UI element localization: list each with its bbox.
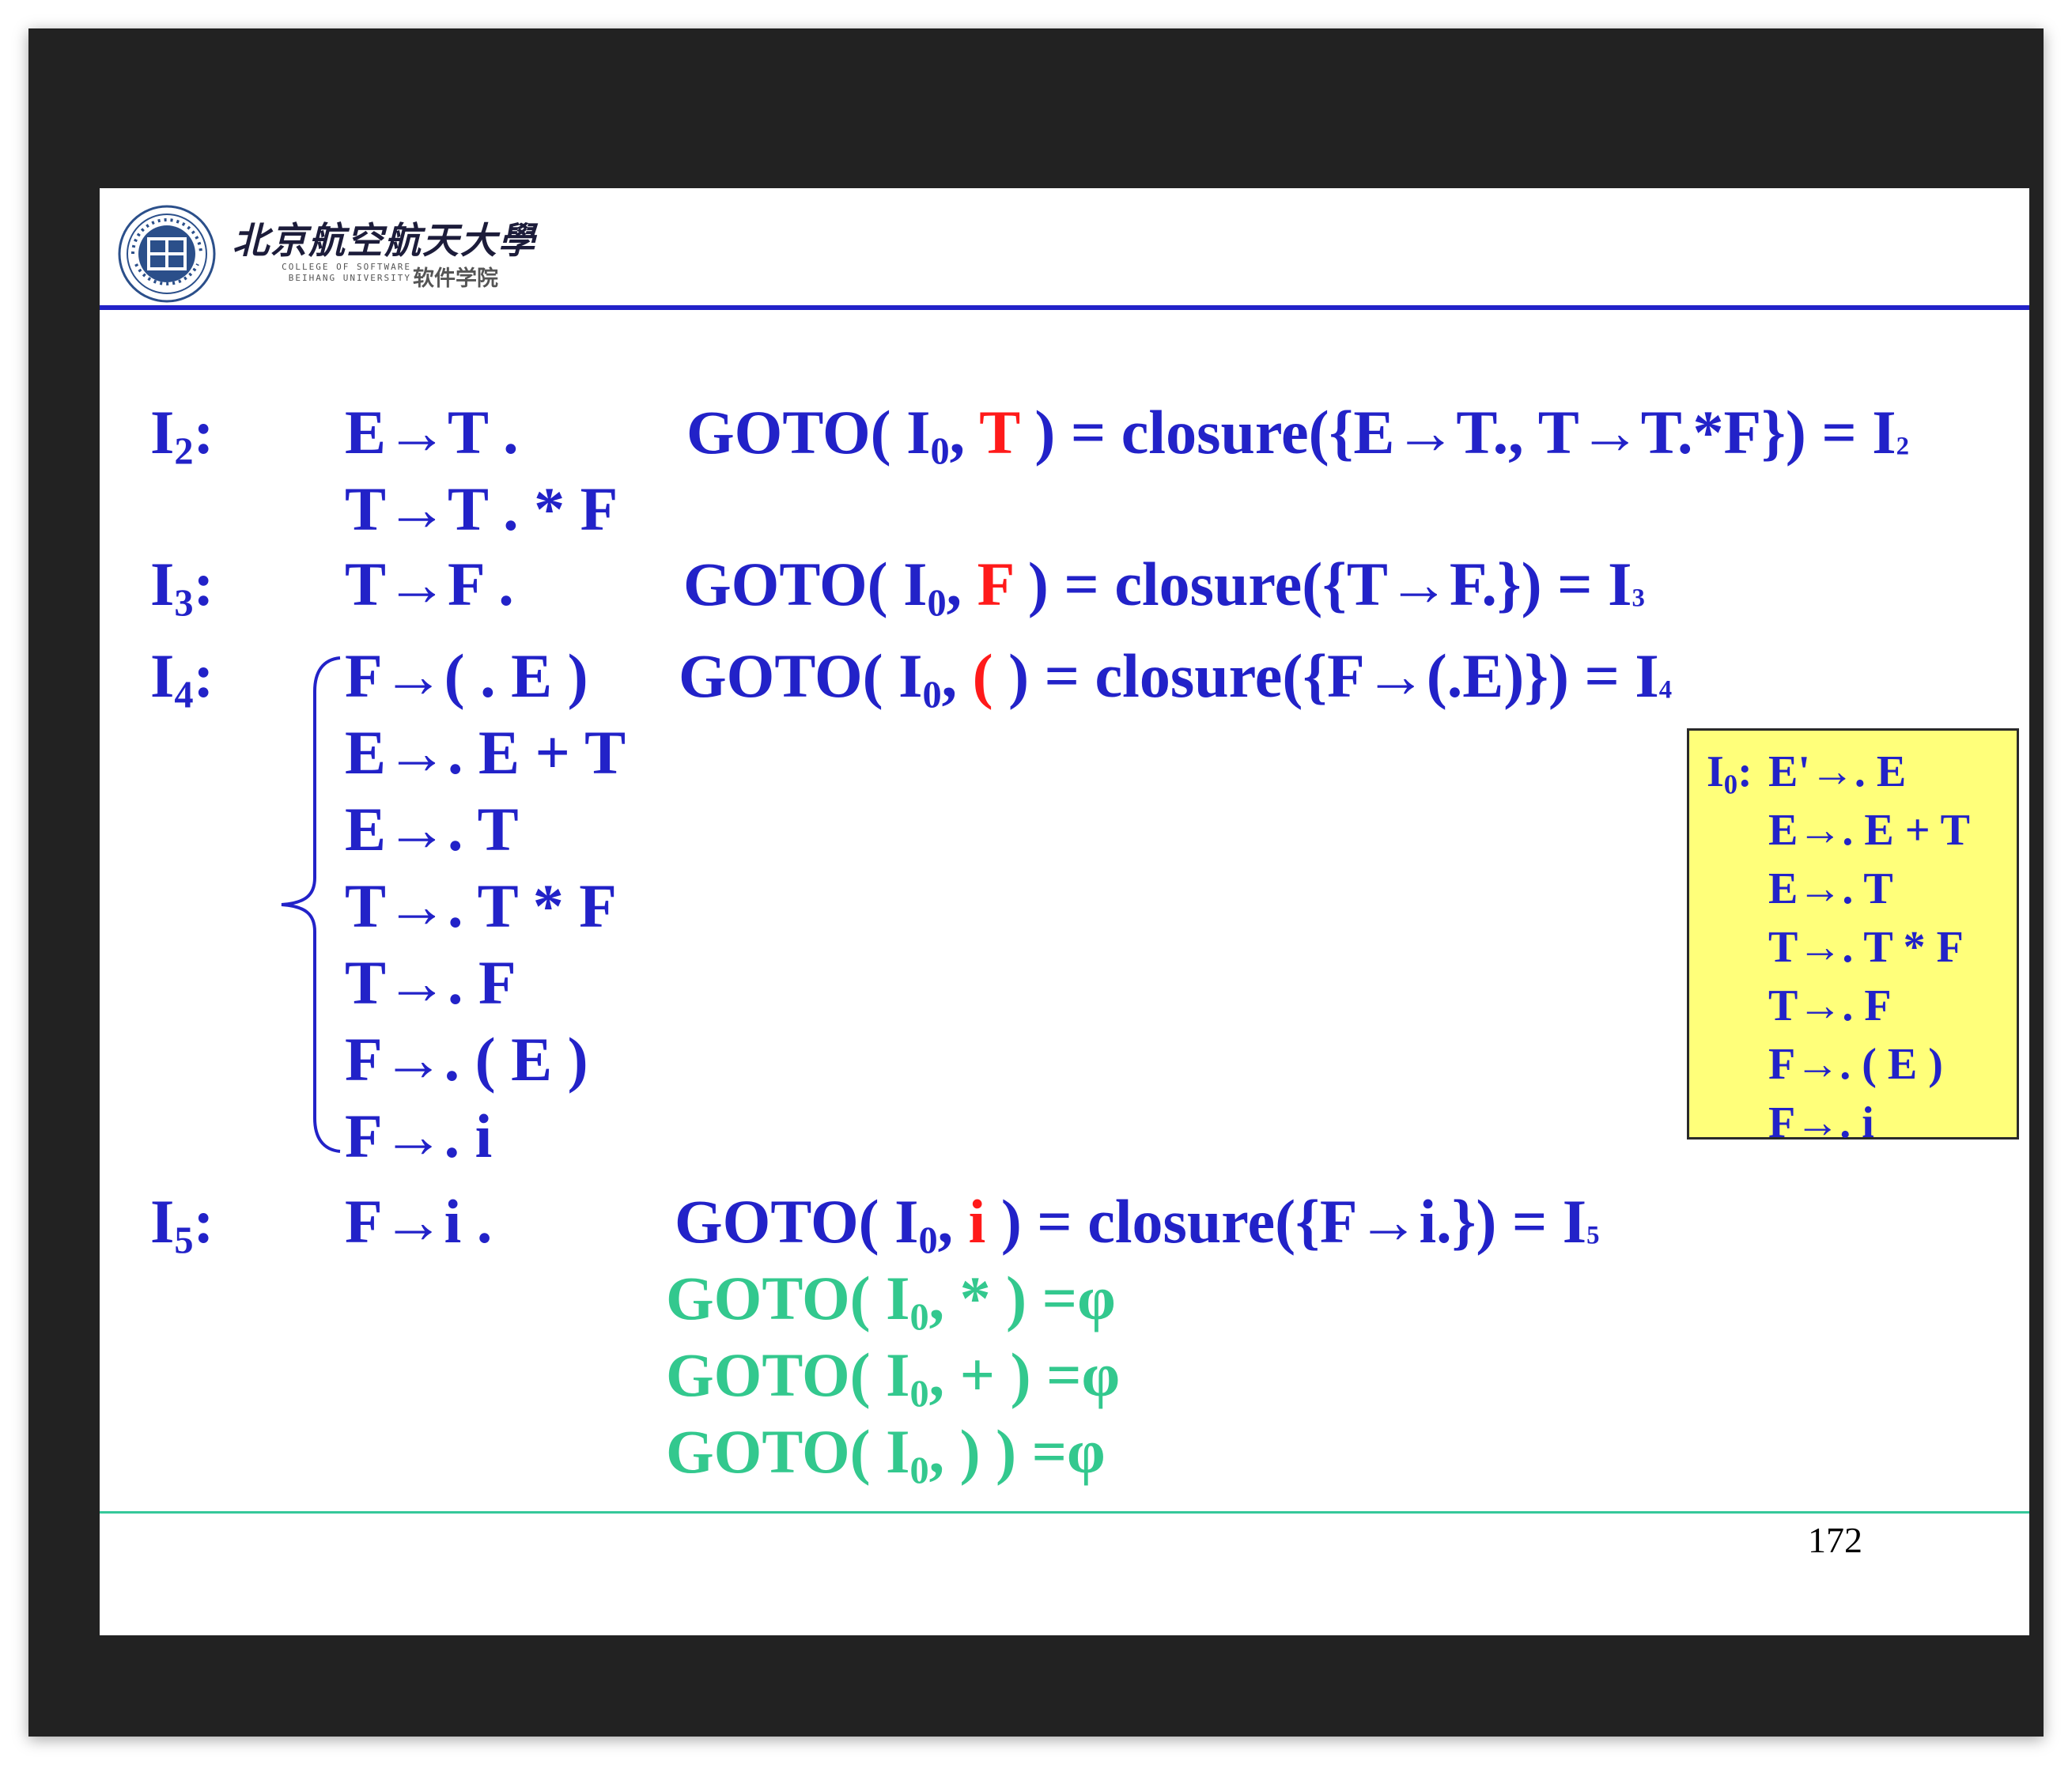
i0-box-item-4: T→. T * F xyxy=(1768,923,1964,972)
goto-symbol-T: T xyxy=(979,398,1019,467)
item-i5-1: F→i . xyxy=(345,1187,493,1256)
item-i4-3: E→. T xyxy=(345,795,519,864)
item-i4-5: T→. F xyxy=(345,948,516,1017)
i0-box-item-1: E'→. E xyxy=(1768,747,1907,796)
set-label-i2: I2: xyxy=(150,398,214,473)
goto-i3: GOTO( I0, F ) = closure({T→F.}) = I3 xyxy=(683,550,1645,625)
footer-divider xyxy=(100,1511,2029,1514)
i0-box-label: I0: xyxy=(1707,747,1753,800)
i0-box-item-7: F→. i xyxy=(1768,1098,1874,1147)
goto-i4: GOTO( I0, ( ) = closure({F→(.E)}) = I4 xyxy=(679,641,1673,716)
goto-symbol-lparen: ( xyxy=(972,641,993,710)
university-seal-icon xyxy=(118,205,216,303)
goto-empty-plus: GOTO( I0, + ) =φ xyxy=(666,1340,1121,1415)
college-name-en-line1: COLLEGE OF SOFTWARE xyxy=(282,262,411,272)
item-i4-4: T→. T * F xyxy=(345,871,617,940)
university-name-cn: 北京航空航天大學 xyxy=(233,219,536,262)
item-i4-1: F→( . E ) xyxy=(345,641,588,710)
item-i4-7: F→. i xyxy=(345,1102,493,1170)
college-name-en-line2: BEIHANG UNIVERSITY xyxy=(288,273,411,283)
college-name-cn: 软件学院 xyxy=(413,266,498,291)
set-label-i5: I5: xyxy=(150,1187,214,1262)
curly-brace-icon xyxy=(281,656,341,1153)
i0-box-item-2: E→. E + T xyxy=(1768,806,1970,855)
slide: 北京航空航天大學 COLLEGE OF SOFTWARE BEIHANG UNI… xyxy=(100,188,2029,1635)
item-i2-1: E→T . xyxy=(345,398,519,467)
goto-i2: GOTO( I0, T ) = closure({E→T., T→T.*F}) … xyxy=(686,398,1910,473)
page-number: 172 xyxy=(1808,1520,1862,1560)
item-i4-2: E→. E + T xyxy=(345,718,626,787)
i0-closure-box: I0: E'→. E E→. E + T E→. T T→. T * F T→.… xyxy=(1687,728,2019,1145)
set-label-i4: I4: xyxy=(150,641,214,716)
college-name-en: COLLEGE OF SOFTWARE BEIHANG UNIVERSITY xyxy=(253,262,411,284)
i0-box-item-6: F→. ( E ) xyxy=(1768,1040,1943,1089)
i0-box-item-3: E→. T xyxy=(1768,864,1893,913)
item-i2-2: T→T . * F xyxy=(345,474,618,543)
set-label-i3: I3: xyxy=(150,550,214,625)
header-divider xyxy=(100,305,2029,310)
item-i3-1: T→F . xyxy=(345,550,514,618)
item-i4-6: F→. ( E ) xyxy=(345,1025,588,1094)
goto-symbol-i: i xyxy=(968,1187,986,1256)
presentation-frame: 北京航空航天大學 COLLEGE OF SOFTWARE BEIHANG UNI… xyxy=(28,28,2044,1737)
goto-empty-star: GOTO( I0, * ) =φ xyxy=(666,1264,1116,1339)
i0-box-item-5: T→. F xyxy=(1768,981,1892,1030)
goto-symbol-F: F xyxy=(977,550,1013,618)
goto-i5: GOTO( I0, i ) = closure({F→i.}) = I5 xyxy=(675,1187,1600,1262)
goto-empty-rparen: GOTO( I0, ) ) =φ xyxy=(666,1417,1106,1492)
